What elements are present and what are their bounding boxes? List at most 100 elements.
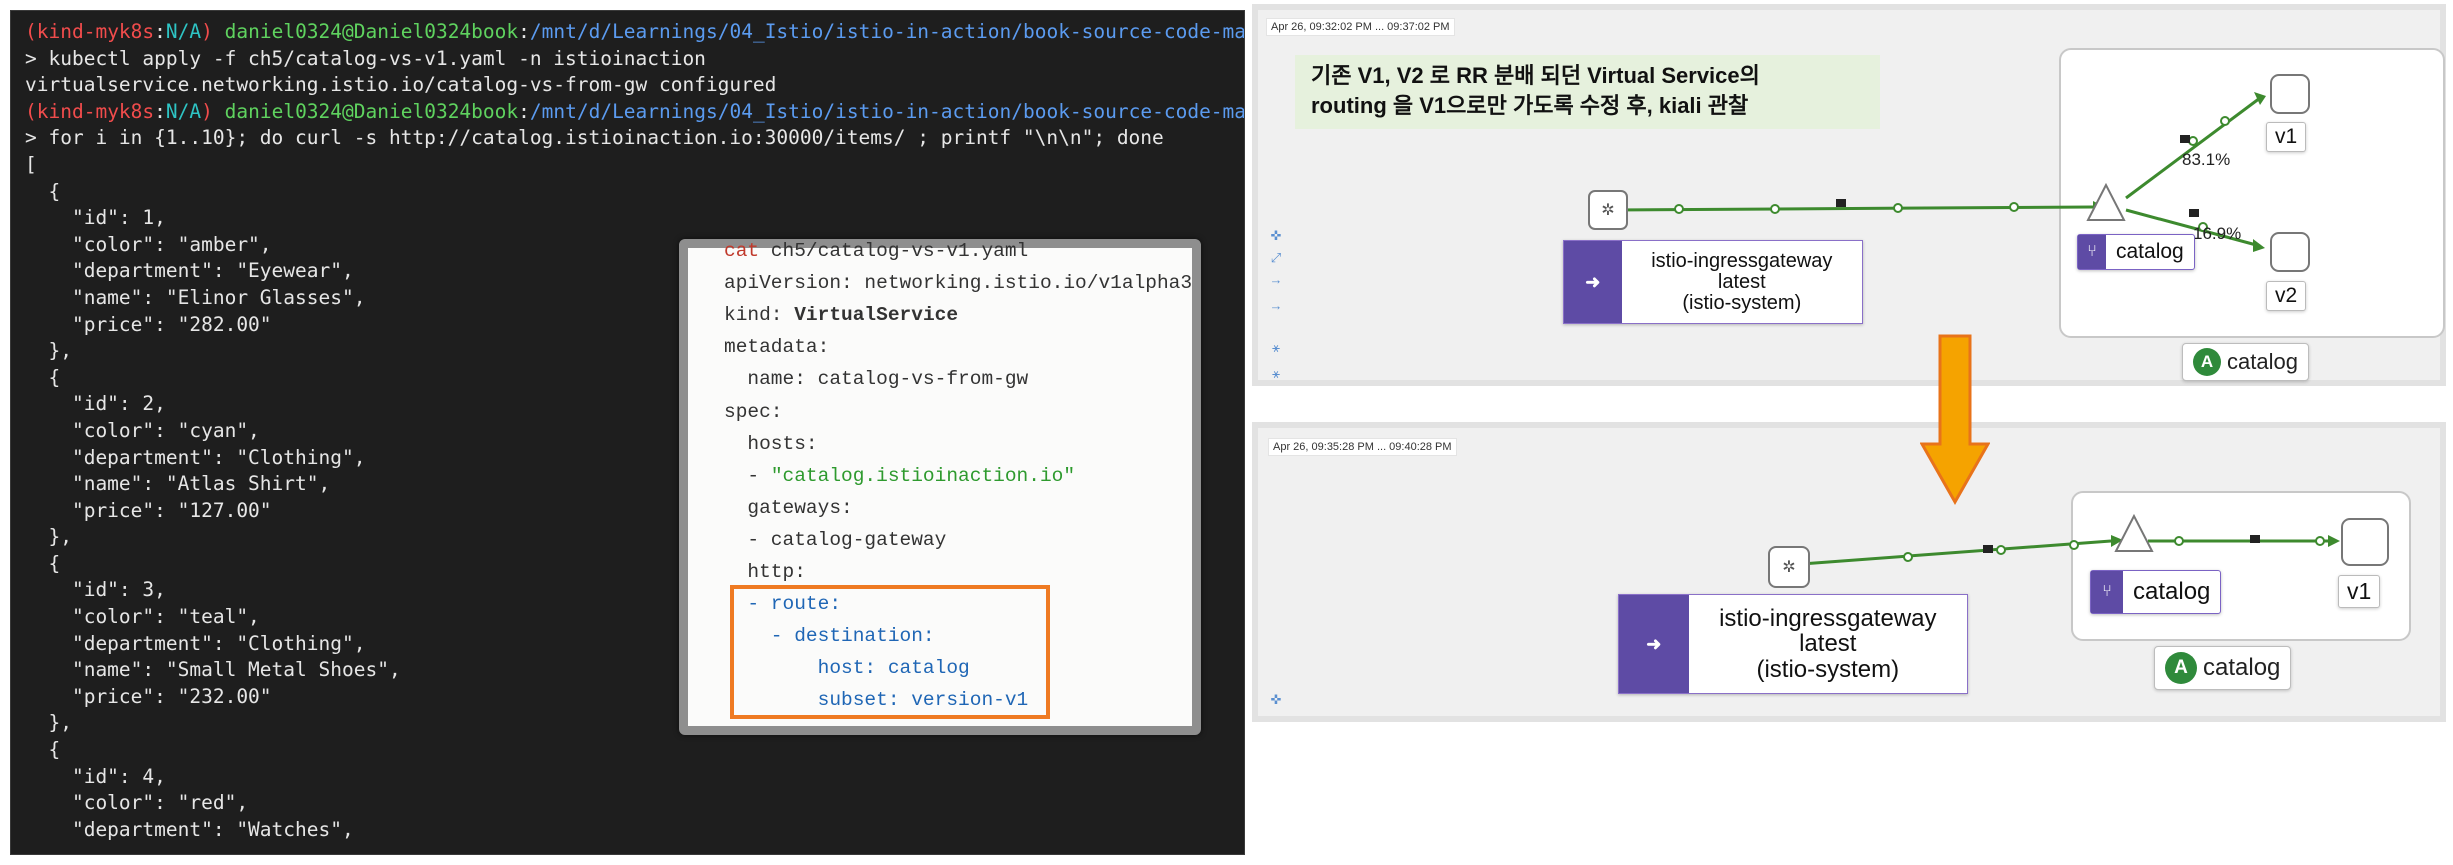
terminal-text: N/A — [165, 99, 202, 123]
terminal-text: /mnt/d/Learnings/04_Istio/istio-in-actio… — [529, 20, 1245, 43]
catalog-service-label[interactable]: ⑂ catalog — [2077, 234, 2195, 270]
terminal-text: "department": "Eyewear", — [25, 259, 354, 283]
yaml-line: name: catalog-vs-from-gw — [724, 364, 1028, 394]
yaml-text: - catalog-gateway — [724, 528, 947, 551]
yaml-line: kind: VirtualService — [724, 300, 958, 330]
yaml-text: VirtualService — [794, 304, 959, 327]
terminal-text: "id": 2, — [25, 392, 166, 416]
yaml-line: spec: — [724, 397, 783, 427]
terminal-line: "color": "red", — [25, 790, 1244, 817]
yaml-text: cat — [724, 240, 760, 262]
app-badge: A — [2165, 652, 2197, 684]
terminal-line: "department": "Watches", — [25, 817, 1244, 844]
terminal-line: { — [25, 737, 1244, 764]
edge-gw-to-catalog — [1787, 539, 2112, 567]
yaml-text: "catalog.istioinaction.io" — [770, 464, 1076, 487]
terminal-text: "id": 4, — [25, 764, 166, 788]
terminal-text: "color": "amber", — [25, 232, 272, 256]
terminal-text: "price": "282.00" — [25, 312, 272, 336]
terminal-text: daniel0324@Daniel0324book — [212, 20, 519, 43]
yaml-line: cat ch5/catalog-vs-v1.yaml — [724, 236, 1028, 266]
yaml-text: ch5/catalog-vs-v1.yaml — [759, 240, 1029, 262]
yaml-popup: cat ch5/catalog-vs-v1.yaml apiVersion: ne… — [679, 239, 1201, 735]
terminal-text: "name": "Atlas Shirt", — [25, 472, 331, 496]
terminal-text: kind-myk8s — [36, 99, 155, 123]
gateway-namespace: (istio-system) — [1682, 291, 1802, 314]
yaml-text: http: — [724, 561, 806, 583]
gateway-name: istio-ingressgateway — [1651, 249, 1833, 272]
terminal-text: "name": "Elinor Glasses", — [25, 285, 366, 309]
v1-traffic-percent: 83.1% — [2182, 150, 2231, 169]
terminal-text: ( — [25, 99, 37, 123]
gateway-name: istio-ingressgateway — [1719, 605, 1937, 633]
terminal-text: { — [25, 738, 61, 762]
edge-gw-to-catalog — [1612, 205, 2094, 212]
v2-traffic-percent: 16.9% — [2193, 224, 2242, 243]
terminal-text: "name": "Small Metal Shoes", — [25, 658, 401, 682]
catalog-service-node — [2114, 513, 2154, 552]
terminal-text: { — [25, 551, 61, 575]
gateway-workload-label[interactable]: ➜ istio-ingressgateway latest (istio-sys… — [1563, 240, 1863, 324]
gateway-icon: ➜ — [1564, 241, 1622, 323]
terminal-text: "department": "Clothing", — [25, 631, 366, 655]
terminal-text: }, — [25, 339, 72, 363]
yaml-line: apiVersion: networking.istio.io/v1alpha3 — [724, 268, 1192, 298]
note-line1: 기존 V1, V2 로 RR 분배 되던 Virtual Service의 — [1311, 63, 1760, 88]
gateway-node-icon[interactable]: ✲ — [1588, 190, 1628, 230]
down-arrow-icon — [1920, 334, 1990, 506]
gateway-version: latest — [1717, 270, 1766, 293]
terminal-text: virtualservice.networking.istio.io/catal… — [25, 73, 777, 97]
terminal-text: : — [518, 20, 530, 43]
gateway-namespace: (istio-system) — [1756, 655, 1900, 683]
terminal-text: ) — [201, 99, 213, 123]
edge-catalog-to-v1 — [2125, 96, 2261, 200]
yaml-text: apiVersion: networking.istio.io/v1alpha3 — [724, 272, 1193, 295]
yaml-text: kind: — [724, 304, 795, 327]
terminal-line: "id": 4, — [25, 764, 1244, 791]
gateway-version: latest — [1799, 630, 1857, 658]
yaml-text: metadata: — [724, 336, 830, 359]
terminal-text: }, — [25, 711, 72, 735]
gateway-node-icon[interactable]: ✲ — [1768, 546, 1810, 588]
app-badge: A — [2193, 348, 2221, 376]
terminal-text: "id": 3, — [25, 578, 166, 602]
note-line2: routing 을 V1으로만 가도록 수정 후, kiali 관찰 — [1311, 93, 1749, 118]
v1-workload-node[interactable] — [2270, 74, 2310, 114]
catalog-service-label[interactable]: ⑂ catalog — [2090, 570, 2222, 614]
gateway-icon: ➜ — [1619, 595, 1689, 693]
gateway-workload-label[interactable]: ➜ istio-ingressgateway latest (istio-sys… — [1618, 594, 1968, 694]
terminal-window[interactable]: (kind-myk8s:N/A) daniel0324@Daniel0324bo… — [10, 10, 1245, 855]
yaml-text: name: catalog-vs-from-gw — [724, 368, 1029, 391]
terminal-text: "color": "red", — [25, 791, 249, 815]
terminal-text: : — [154, 99, 166, 123]
yaml-line: - "catalog.istioinaction.io" — [724, 461, 1075, 491]
terminal-line: "id": 1, — [25, 205, 1244, 232]
terminal-text: ( — [25, 20, 37, 43]
terminal-text: daniel0324@Daniel0324book — [212, 99, 519, 123]
service-branch-icon: ⑂ — [2091, 571, 2123, 613]
terminal-text: "department": "Watches", — [25, 817, 354, 841]
terminal-text: > for i in {1..10}; do curl -s http://ca… — [25, 126, 1164, 150]
terminal-text: { — [25, 365, 61, 389]
yaml-text: - — [724, 464, 771, 487]
terminal-text: ) — [201, 20, 213, 43]
v1-label: v1 — [2338, 575, 2381, 608]
catalog-app-label[interactable]: A catalog — [2154, 646, 2292, 690]
catalog-app-label[interactable]: A catalog — [2182, 343, 2309, 381]
terminal-line: [ — [25, 152, 1244, 179]
yaml-line: gateways: — [724, 493, 853, 523]
terminal-text: "price": "127.00" — [25, 498, 272, 522]
terminal-text: N/A — [165, 20, 202, 43]
terminal-text: "price": "232.00" — [25, 684, 272, 708]
terminal-text: "id": 1, — [25, 206, 166, 230]
terminal-text: [ — [25, 152, 37, 176]
v1-workload-node[interactable] — [2341, 518, 2389, 566]
terminal-line: (kind-myk8s:N/A) daniel0324@Daniel0324bo… — [25, 99, 1244, 126]
yaml-text: gateways: — [724, 496, 853, 519]
terminal-text: /mnt/d/Learnings/04_Istio/istio-in-actio… — [529, 99, 1245, 123]
v2-workload-node[interactable] — [2270, 232, 2310, 272]
route-highlight-box — [730, 585, 1050, 719]
yaml-line: http: — [724, 557, 806, 587]
terminal-line: { — [25, 179, 1244, 206]
terminal-text: kind-myk8s — [36, 20, 155, 43]
